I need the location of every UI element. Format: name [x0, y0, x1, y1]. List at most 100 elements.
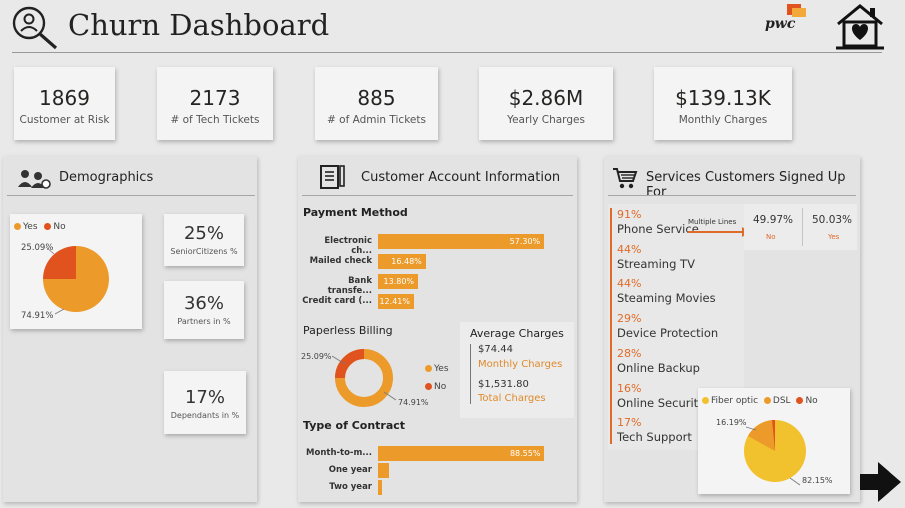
cart-icon	[613, 168, 638, 189]
multiple-lines-label: Multiple Lines	[688, 218, 737, 226]
search-user-icon	[12, 6, 58, 50]
kpi-card-customers-at-risk: 1869 Customer at Risk	[14, 67, 115, 140]
payment-bar-label: Electronic ch...	[324, 236, 372, 256]
services-panel: Services Customers Signed Up For 91% Phon…	[604, 156, 860, 502]
demographics-panel: Demographics Yes No 25.09% 74.91% 25% Se…	[3, 156, 257, 502]
payment-bar-label: Mailed check	[309, 256, 372, 266]
legend-dot-no	[425, 383, 432, 390]
average-charges-rule	[470, 344, 471, 404]
document-icon	[320, 165, 345, 189]
service-name: Tech Support	[617, 430, 692, 445]
kpi-card-tech-tickets: 2173 # of Tech Tickets	[157, 67, 273, 140]
payment-bar: 16.48%	[378, 254, 426, 269]
multiple-lines-box: 49.97% No 50.03% Yes	[744, 204, 857, 250]
internet-legend: Fiber optic DSL No	[702, 396, 818, 406]
service-percent: 16%	[617, 381, 642, 395]
demographics-pie-card: Yes No 25.09% 74.91%	[10, 214, 142, 329]
donut-slice-yes	[335, 349, 365, 379]
payment-method-title: Payment Method	[303, 206, 408, 219]
arrow-right-icon[interactable]	[858, 460, 903, 504]
contract-title: Type of Contract	[303, 419, 406, 432]
arrow-to-multiple-lines-icon	[688, 227, 750, 237]
stat-card-senior: 25% SeniorCitizens %	[164, 214, 244, 266]
avg-monthly-value: $74.44	[478, 344, 513, 355]
ml-no-value: 49.97%	[753, 214, 794, 226]
legend-dot-yes	[14, 223, 21, 230]
legend-dot-yes	[425, 365, 432, 372]
payment-bar-row: Electronic ch... 57.30%	[298, 234, 577, 256]
contract-bar-chart: Month-to-m... 88.55% One year Two year	[298, 446, 577, 498]
service-name: Steaming Movies	[617, 291, 716, 306]
service-name: Streaming TV	[617, 256, 695, 271]
pie-legend: Yes No	[14, 222, 66, 232]
ml-yes-value: 50.03%	[812, 214, 853, 226]
panel-divider	[7, 195, 255, 196]
contract-bar: 88.55%	[378, 446, 545, 461]
donut-legend-yes: Yes	[425, 364, 449, 374]
service-name: Online Security	[617, 395, 705, 410]
home-heart-icon[interactable]	[834, 2, 886, 50]
internet-label-dsl: 16.19%	[716, 418, 747, 427]
panel-divider	[608, 195, 856, 196]
avg-total-value: $1,531.80	[478, 379, 529, 390]
payment-bar: 12.41%	[378, 294, 414, 309]
contract-bar-label: One year	[328, 465, 372, 475]
header-divider	[12, 52, 882, 53]
donut-legend-no: No	[425, 382, 446, 392]
account-title: Customer Account Information	[361, 170, 561, 185]
avg-total-label: Total Charges	[478, 393, 546, 404]
internet-label-fiber: 82.15%	[802, 476, 833, 485]
pie-label-no: 74.91%	[21, 311, 54, 321]
kpi-card-yearly-charges: $2.86M Yearly Charges	[479, 67, 613, 140]
payment-bar-row: Bank transfe... 13.80%	[298, 274, 577, 296]
users-icon	[18, 170, 51, 189]
kpi-card-admin-tickets: 885 # of Admin Tickets	[315, 67, 438, 140]
contract-bar-label: Month-to-m...	[306, 448, 372, 458]
payment-bar-row: Mailed check 16.48%	[298, 254, 577, 269]
services-list-rule	[610, 208, 612, 444]
service-name: Online Backup	[617, 360, 700, 375]
service-percent: 44%	[617, 277, 642, 291]
payment-bar-chart: Electronic ch... 57.30% Mailed check 16.48%…	[298, 234, 577, 314]
service-percent: 29%	[617, 312, 642, 326]
avg-monthly-label: Monthly Charges	[478, 359, 563, 370]
legend-dot-fiber	[702, 397, 709, 404]
service-percent: 28%	[617, 346, 642, 360]
internet-pie-card: Fiber optic DSL No 16.19% 82.15%	[698, 388, 850, 494]
demographics-title: Demographics	[59, 170, 154, 185]
ml-yes-label: Yes	[828, 233, 840, 241]
account-panel: Customer Account Information Payment Met…	[298, 156, 577, 502]
legend-dot-no	[796, 397, 804, 404]
payment-bar: 13.80%	[378, 274, 419, 289]
contract-bar-label: Two year	[329, 482, 372, 492]
contract-bar	[378, 480, 382, 495]
legend-dot-dsl	[763, 397, 771, 404]
paperless-title: Paperless Billing	[303, 324, 393, 337]
service-name: Device Protection	[617, 326, 719, 341]
stat-card-dependants: 17% Dependants in %	[164, 371, 246, 434]
contract-bar	[378, 463, 389, 478]
service-percent: 17%	[617, 416, 642, 430]
paperless-donut	[331, 349, 397, 407]
donut-label-yes: 25.09%	[301, 352, 332, 361]
panel-divider	[302, 195, 573, 196]
ml-divider	[802, 208, 803, 246]
payment-bar-label: Bank transfe...	[327, 276, 372, 296]
donut-label-no: 74.91%	[398, 398, 429, 407]
contract-bar-row: Two year	[298, 480, 577, 495]
payment-bar-row: Credit card (... 12.41%	[298, 294, 577, 309]
average-charges-box: Average Charges $74.44 Monthly Charges $…	[460, 322, 574, 418]
page-title: Churn Dashboard	[68, 8, 330, 42]
service-name: Phone Service	[617, 222, 699, 236]
contract-bar-row: Month-to-m... 88.55%	[298, 446, 577, 461]
pie-label-yes: 25.09%	[21, 243, 54, 253]
payment-bar: 57.30%	[378, 234, 545, 249]
legend-dot-no	[44, 223, 52, 230]
contract-bar-row: One year	[298, 463, 577, 478]
average-charges-title: Average Charges	[470, 327, 564, 340]
kpi-card-monthly-charges: $139.13K Monthly Charges	[654, 67, 792, 140]
ml-no-label: No	[766, 233, 776, 241]
service-percent: 91%	[617, 208, 642, 221]
pwc-logo: pwc	[765, 4, 807, 36]
service-percent: 44%	[617, 242, 642, 256]
